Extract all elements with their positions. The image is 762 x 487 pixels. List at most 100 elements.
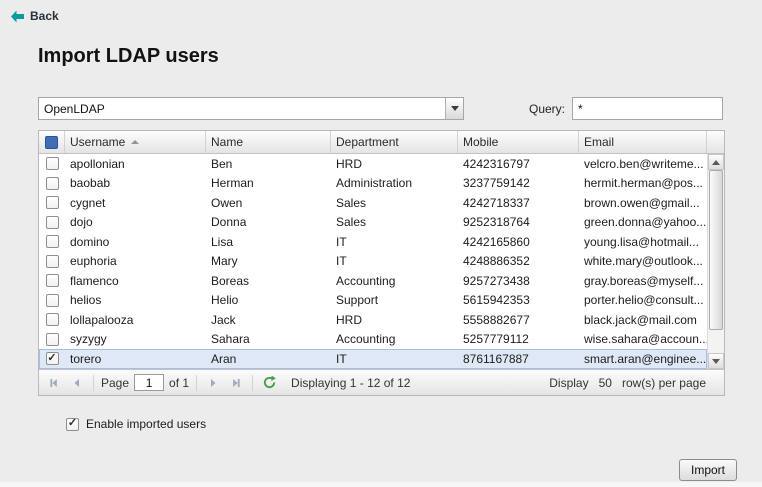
column-header-department[interactable]: Department (331, 131, 458, 153)
page-title: Import LDAP users (38, 45, 219, 68)
cell-username: domino (65, 235, 206, 249)
row-checkbox-cell (39, 333, 65, 346)
cell-department: IT (331, 235, 458, 249)
import-button[interactable]: Import (679, 459, 737, 481)
cell-name: Boreas (206, 274, 331, 288)
back-label: Back (30, 9, 59, 23)
enable-imported-users-checkbox[interactable]: Enable imported users (66, 417, 206, 431)
cell-name: Helio (206, 293, 331, 307)
scroll-up-button[interactable] (708, 154, 724, 170)
table-row[interactable]: syzygy Sahara Accounting 5257779112 wise… (39, 330, 707, 350)
row-checkbox-cell (39, 235, 65, 248)
row-checkbox[interactable] (46, 274, 59, 287)
scrollbar-thumb[interactable] (709, 170, 723, 330)
cell-username: helios (65, 293, 206, 307)
cell-mobile: 3237759142 (458, 176, 579, 190)
column-header-name[interactable]: Name (206, 131, 331, 153)
table-row[interactable]: dojo Donna Sales 9252318764 green.donna@… (39, 213, 707, 233)
column-label-mobile: Mobile (463, 135, 498, 149)
cell-username: syzygy (65, 332, 206, 346)
cell-department: IT (331, 254, 458, 268)
page-size-select[interactable]: 50 (599, 376, 612, 390)
cell-name: Sahara (206, 332, 331, 346)
grid-body: apollonian Ben HRD 4242316797 velcro.ben… (39, 154, 724, 369)
page-number-input[interactable] (134, 374, 164, 391)
row-checkbox[interactable] (46, 157, 59, 170)
column-header-mobile[interactable]: Mobile (458, 131, 579, 153)
cell-mobile: 5558882677 (458, 313, 579, 327)
cell-mobile: 4248886352 (458, 254, 579, 268)
column-header-username[interactable]: Username (65, 131, 206, 153)
cell-mobile: 5615942353 (458, 293, 579, 307)
table-row[interactable]: lollapalooza Jack HRD 5558882677 black.j… (39, 310, 707, 330)
table-row[interactable]: euphoria Mary IT 4248886352 white.mary@o… (39, 252, 707, 272)
cell-department: HRD (331, 157, 458, 171)
toolbar-separator (93, 375, 94, 391)
row-checkbox[interactable] (46, 235, 59, 248)
cell-email: black.jack@mail.com (579, 313, 707, 327)
toolbar-separator (252, 375, 253, 391)
table-row[interactable]: cygnet Owen Sales 4242718337 brown.owen@… (39, 193, 707, 213)
enable-imported-users-label: Enable imported users (86, 417, 206, 431)
rows-per-page-label: row(s) per page (622, 376, 706, 390)
cell-department: IT (331, 352, 458, 366)
last-page-button[interactable] (227, 374, 245, 392)
cell-email: wise.sahara@accoun... (579, 332, 707, 346)
sort-ascending-icon (131, 140, 139, 144)
row-checkbox[interactable] (46, 352, 59, 365)
table-row[interactable]: domino Lisa IT 4242165860 young.lisa@hot… (39, 232, 707, 252)
first-page-button[interactable] (45, 374, 63, 392)
cell-name: Mary (206, 254, 331, 268)
cell-email: smart.aran@enginee... (579, 352, 707, 366)
cell-name: Jack (206, 313, 331, 327)
table-scrollbar[interactable] (707, 154, 724, 369)
cell-name: Aran (206, 352, 331, 366)
cell-department: Sales (331, 196, 458, 210)
row-checkbox-cell (39, 313, 65, 326)
cell-email: green.donna@yahoo... (579, 215, 707, 229)
cell-email: hermit.herman@pos... (579, 176, 707, 190)
row-checkbox[interactable] (46, 177, 59, 190)
row-checkbox-cell (39, 294, 65, 307)
cell-email: gray.boreas@myself... (579, 274, 707, 288)
dropdown-trigger-button[interactable] (445, 98, 463, 119)
column-label-department: Department (336, 135, 399, 149)
row-checkbox-cell (39, 216, 65, 229)
cell-mobile: 9257273438 (458, 274, 579, 288)
table-row[interactable]: torero Aran IT 8761167887 smart.aran@eng… (39, 349, 707, 369)
row-checkbox[interactable] (46, 333, 59, 346)
back-button[interactable]: Back (10, 9, 59, 23)
prev-page-button[interactable] (68, 374, 86, 392)
next-page-button[interactable] (204, 374, 222, 392)
cell-email: velcro.ben@writeme... (579, 157, 707, 171)
cell-department: Support (331, 293, 458, 307)
row-checkbox-cell (39, 274, 65, 287)
window-bottom-edge (0, 482, 762, 487)
query-input[interactable] (572, 97, 723, 120)
column-label-email: Email (584, 135, 614, 149)
table-row[interactable]: flamenco Boreas Accounting 9257273438 gr… (39, 271, 707, 291)
column-header-email[interactable]: Email (579, 131, 707, 153)
table-row[interactable]: baobab Herman Administration 3237759142 … (39, 174, 707, 194)
cell-name: Ben (206, 157, 331, 171)
cell-department: Administration (331, 176, 458, 190)
scroll-down-button[interactable] (708, 353, 724, 369)
triangle-down-icon (712, 359, 720, 364)
row-checkbox[interactable] (46, 255, 59, 268)
refresh-button[interactable] (260, 374, 278, 392)
row-checkbox[interactable] (46, 196, 59, 209)
row-checkbox[interactable] (46, 313, 59, 326)
import-ldap-users-page: Back Import LDAP users OpenLDAP Query: U… (0, 0, 762, 487)
row-checkbox-cell (39, 255, 65, 268)
row-checkbox[interactable] (46, 216, 59, 229)
cell-mobile: 9252318764 (458, 215, 579, 229)
cell-name: Lisa (206, 235, 331, 249)
select-all-checkbox[interactable] (45, 136, 58, 149)
column-label-name: Name (211, 135, 243, 149)
row-checkbox[interactable] (46, 294, 59, 307)
cell-email: young.lisa@hotmail... (579, 235, 707, 249)
table-row[interactable]: apollonian Ben HRD 4242316797 velcro.ben… (39, 154, 707, 174)
display-label: Display (549, 376, 588, 390)
directory-select[interactable]: OpenLDAP (38, 97, 464, 120)
table-row[interactable]: helios Helio Support 5615942353 porter.h… (39, 291, 707, 311)
